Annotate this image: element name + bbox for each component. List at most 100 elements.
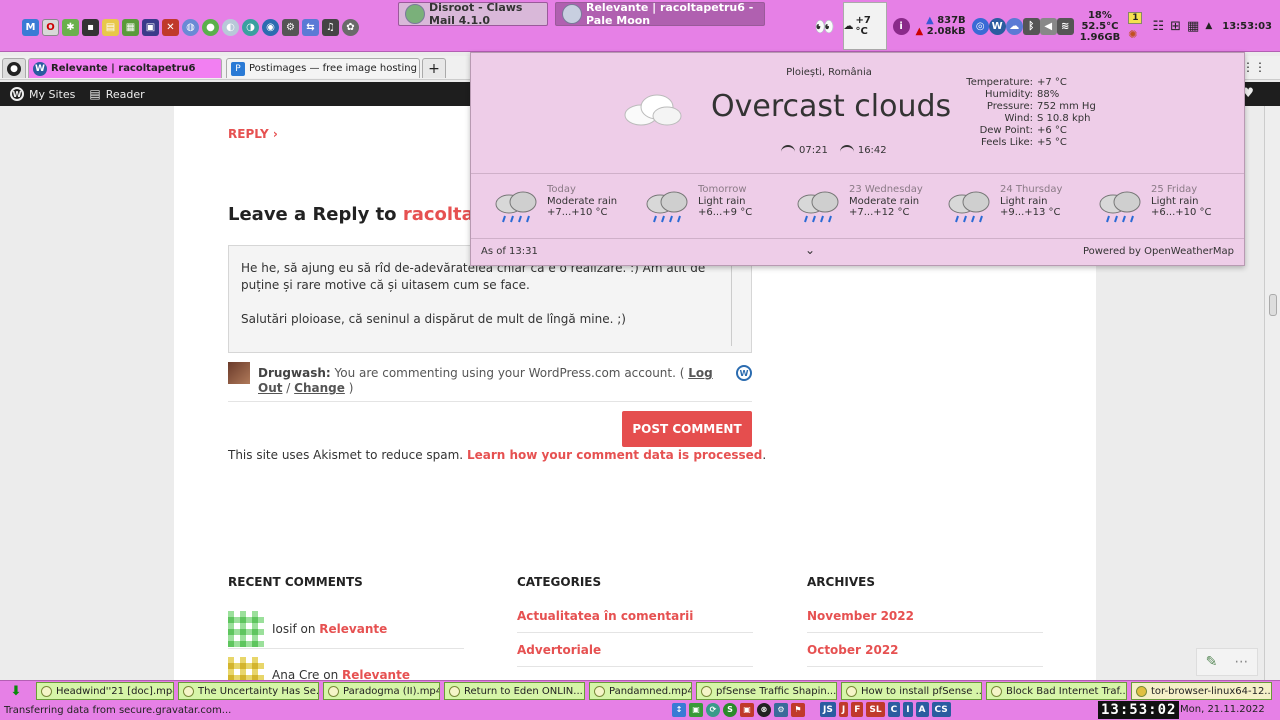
scrollbar-thumb[interactable] xyxy=(1269,294,1277,316)
addon-box-cs[interactable]: CS xyxy=(931,702,951,717)
addon-box-j[interactable]: J xyxy=(838,702,849,717)
cloud-sync-icon[interactable]: ☁ xyxy=(1005,17,1023,35)
tab-relevante[interactable]: W Relevante | racoltapetru6 xyxy=(28,58,222,78)
archive-link[interactable]: October 2022 xyxy=(807,643,1043,667)
addon-icon[interactable]: ▣ xyxy=(689,702,703,717)
db-icon[interactable]: ◎ xyxy=(971,17,989,35)
addon-box-a[interactable]: A xyxy=(915,702,929,717)
media-icon[interactable]: ♫ xyxy=(322,18,339,36)
detail-row: Dew Point: +6 °C xyxy=(941,125,1096,137)
widget-title: RECENT COMMENTS xyxy=(228,575,363,589)
follow-icon[interactable]: ✎ xyxy=(1206,654,1218,670)
taskbar-item[interactable]: tor-browser-linux64-12.... xyxy=(1131,682,1272,700)
media-player-icon xyxy=(594,685,605,697)
my-sites-link[interactable]: W My Sites xyxy=(10,87,75,101)
flag-icon[interactable]: ⚑ xyxy=(791,702,805,717)
terminal-icon[interactable]: ▪ xyxy=(82,18,99,36)
green-ball-icon[interactable]: ● xyxy=(202,18,219,36)
eyes-icon[interactable]: 👀 xyxy=(815,17,835,36)
comment-post-link[interactable]: Relevante xyxy=(319,622,387,636)
taskbar-item[interactable]: Paradogma (II).mp4 xyxy=(323,682,440,700)
taskbar-item[interactable]: Headwind''21 [doc].mp4 xyxy=(36,682,174,700)
taskbar-label: pfSense Traffic Shapin... xyxy=(716,685,837,697)
system-tray: 👀 ☁ +7 °C i ▲ 837B ▲ 2.08kB ◎ W ☁ ᛒ ◀ ≋ … xyxy=(815,0,1280,52)
weather-tray-button[interactable]: ☁ +7 °C xyxy=(842,2,887,50)
category-link[interactable]: Advertoriale xyxy=(517,643,753,667)
detail-value: +6 °C xyxy=(1037,125,1067,136)
task-pale-moon[interactable]: Relevante | racoltapetru6 - Pale Moon xyxy=(555,1,765,27)
akismet-link[interactable]: Learn how your comment data is processed xyxy=(467,448,762,462)
file-manager-icon[interactable]: ▦ xyxy=(122,18,139,36)
addon-icon[interactable]: ⟳ xyxy=(706,702,720,717)
addon-box-f[interactable]: F xyxy=(851,702,864,717)
rain-cloud-icon xyxy=(797,191,839,223)
heading-prefix: Leave a Reply to xyxy=(228,204,403,225)
task-list-icon[interactable]: ☷ xyxy=(1152,19,1164,34)
taskbar-item[interactable]: How to install pfSense ... xyxy=(841,682,982,700)
moon-icon[interactable]: ◐ xyxy=(222,18,239,36)
volume-icon[interactable]: ◀ xyxy=(1039,17,1057,35)
notify-stack: 1 ✺ xyxy=(1128,11,1143,41)
addon-box-sl[interactable]: SL xyxy=(866,702,885,717)
game-icon[interactable]: ✱ xyxy=(62,18,79,36)
addon-icon[interactable]: ↕ xyxy=(672,702,686,717)
tray-expand-icon[interactable]: ▲ xyxy=(1205,21,1212,31)
category-link[interactable]: Actualitatea în comentarii xyxy=(517,609,753,633)
new-tab-button[interactable]: + xyxy=(422,58,446,78)
forecast-range: +7...+12 °C xyxy=(849,207,910,218)
network-tree-icon[interactable]: ⊞ xyxy=(1170,19,1181,34)
info-icon[interactable]: i xyxy=(892,17,910,35)
start-menu-icon[interactable]: M xyxy=(22,18,39,36)
gear-icon[interactable]: ⚙ xyxy=(282,18,299,36)
task-claws-mail[interactable]: Disroot - Claws Mail 4.1.0 xyxy=(398,1,548,27)
taskbar-item[interactable]: Return to Eden ONLIN... xyxy=(444,682,585,700)
reader-link[interactable]: ▤ Reader xyxy=(89,87,144,101)
change-link[interactable]: Change xyxy=(294,381,345,395)
download-arrow-icon[interactable]: ⬇ xyxy=(4,682,28,700)
addon-icon[interactable]: S xyxy=(723,702,737,717)
page-scrollbar[interactable] xyxy=(1264,106,1280,680)
comment-post-link[interactable]: Relevante xyxy=(342,668,410,681)
blue-app-icon[interactable]: ◉ xyxy=(262,18,279,36)
detail-label: Feels Like: xyxy=(981,137,1033,148)
more-icon[interactable]: ⋯ xyxy=(1234,654,1248,670)
reply-link[interactable]: REPLY › xyxy=(228,127,278,141)
comment-author-row: Drugwash: You are commenting using your … xyxy=(228,362,752,402)
addon-box-c[interactable]: C xyxy=(887,702,901,717)
taskbar-item[interactable]: The Uncertainty Has Se... xyxy=(178,682,319,700)
archive-icon xyxy=(1136,685,1147,697)
taskbar-item[interactable]: pfSense Traffic Shapin... xyxy=(696,682,837,700)
top-clock[interactable]: 13:53:03 xyxy=(1222,21,1272,32)
chevron-down-icon[interactable]: ⌄ xyxy=(805,243,815,257)
taskbar-item[interactable]: Pandamned.mp4 xyxy=(589,682,692,700)
teal-app-icon[interactable]: ◑ xyxy=(242,18,259,36)
opera-icon[interactable]: O xyxy=(42,18,59,36)
textarea-scrollbar[interactable] xyxy=(731,266,737,346)
save-icon[interactable]: ▣ xyxy=(142,18,159,36)
folder-icon[interactable]: ▤ xyxy=(102,18,119,36)
archive-link[interactable]: November 2022 xyxy=(807,609,1043,633)
bottom-taskbar: ⬇ Headwind''21 [doc].mp4 The Uncertainty… xyxy=(0,680,1280,700)
notification-badge[interactable]: 1 xyxy=(1128,11,1143,24)
taskbar-item[interactable]: Block Bad Internet Traf... xyxy=(986,682,1127,700)
tab-github-pinned[interactable]: ● xyxy=(2,58,26,78)
bug-icon[interactable]: ✿ xyxy=(342,18,359,36)
wordpress-tray-icon[interactable]: W xyxy=(988,17,1006,35)
forecast-day: 25 Friday Light rain +6...+10 °C xyxy=(1097,184,1237,228)
addon-box-i[interactable]: I xyxy=(903,702,913,717)
addon-icon[interactable]: ⚙ xyxy=(774,702,788,717)
bluetooth-icon[interactable]: ᛒ xyxy=(1022,17,1040,35)
tab-overflow-icon[interactable]: ⋮⋮ xyxy=(1242,60,1266,74)
cross-app-icon[interactable]: ✕ xyxy=(162,18,179,36)
globe-icon[interactable]: ◍ xyxy=(182,18,199,36)
grid-icon[interactable]: ▦ xyxy=(1187,19,1199,34)
sun-icon[interactable]: ✺ xyxy=(1128,28,1142,41)
tab-postimages[interactable]: P Postimages — free image hosting / i... xyxy=(226,58,420,78)
wifi-icon[interactable]: ≋ xyxy=(1056,17,1074,35)
taskbar-label: Headwind''21 [doc].mp4 xyxy=(56,685,174,697)
addon-icon[interactable]: ⊗ xyxy=(757,702,771,717)
network-app-icon[interactable]: ⇆ xyxy=(302,18,319,36)
addon-icon[interactable]: ▣ xyxy=(740,702,754,717)
addon-box-js[interactable]: JS xyxy=(820,702,836,717)
post-comment-button[interactable]: POST COMMENT xyxy=(622,411,752,447)
